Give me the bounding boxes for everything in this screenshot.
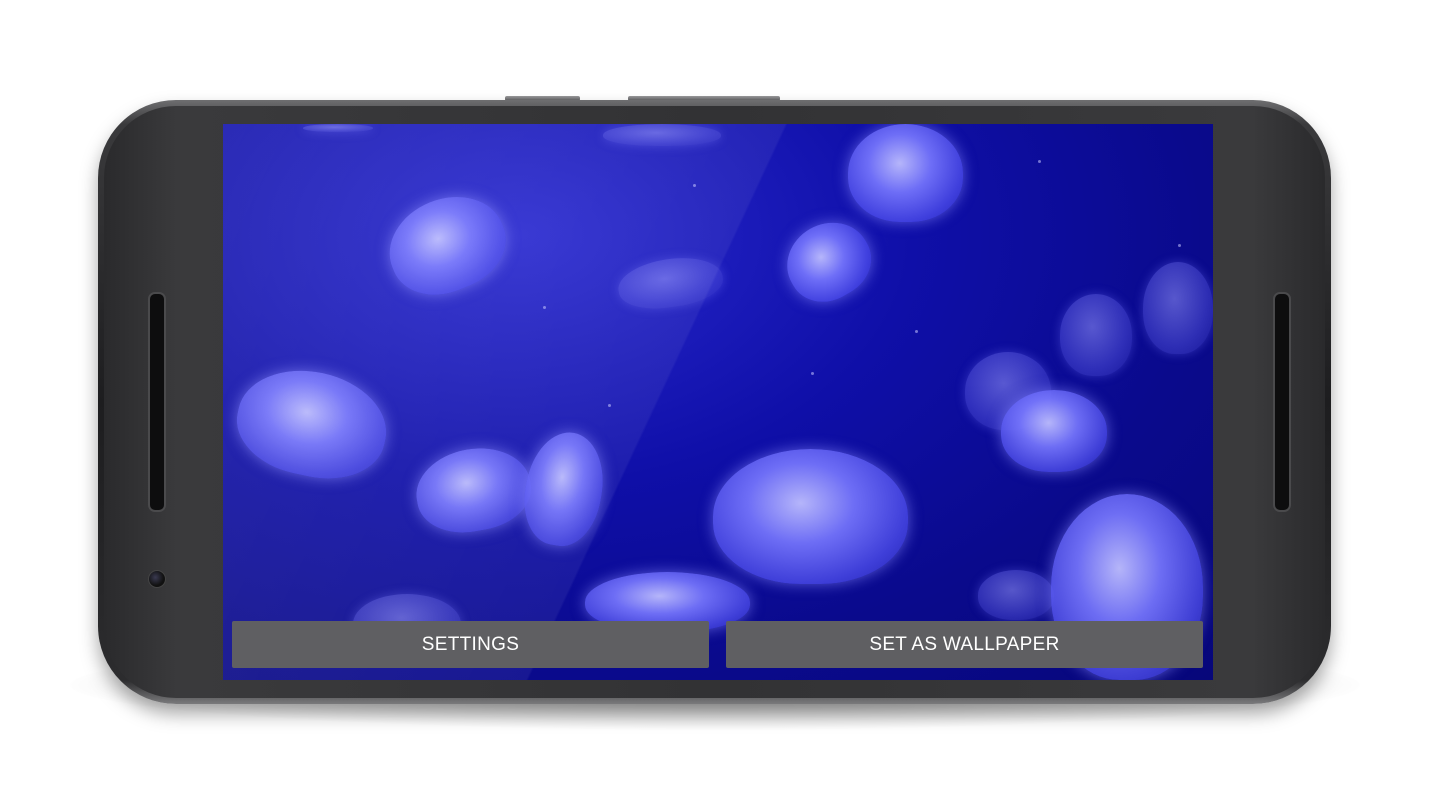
speaker-grille-left xyxy=(148,292,166,512)
jellyfish xyxy=(603,124,721,146)
jellyfish xyxy=(772,207,885,316)
jellyfish xyxy=(1143,262,1213,354)
particle xyxy=(1038,160,1041,163)
jellyfish xyxy=(615,251,726,315)
jellyfish xyxy=(375,180,519,310)
set-as-wallpaper-button[interactable]: SET AS WALLPAPER xyxy=(726,621,1203,668)
particle xyxy=(693,184,696,187)
speaker-grille-right xyxy=(1273,292,1291,512)
settings-button[interactable]: SETTINGS xyxy=(232,621,709,668)
particle xyxy=(811,372,814,375)
jellyfish xyxy=(978,570,1054,620)
jellyfish xyxy=(516,426,612,552)
particle xyxy=(543,306,546,309)
wallpaper-preview: SETTINGS SET AS WALLPAPER xyxy=(223,124,1213,680)
particle xyxy=(915,330,918,333)
jellyfish xyxy=(227,357,397,491)
camera-icon xyxy=(148,570,166,588)
jellyfish xyxy=(409,439,538,541)
jellyfish xyxy=(1060,294,1132,376)
particle xyxy=(608,404,611,407)
jellyfish xyxy=(1001,390,1107,472)
particle xyxy=(1178,244,1181,247)
jellyfish xyxy=(303,124,373,132)
jellyfish xyxy=(848,124,963,222)
jellyfish xyxy=(713,449,908,584)
